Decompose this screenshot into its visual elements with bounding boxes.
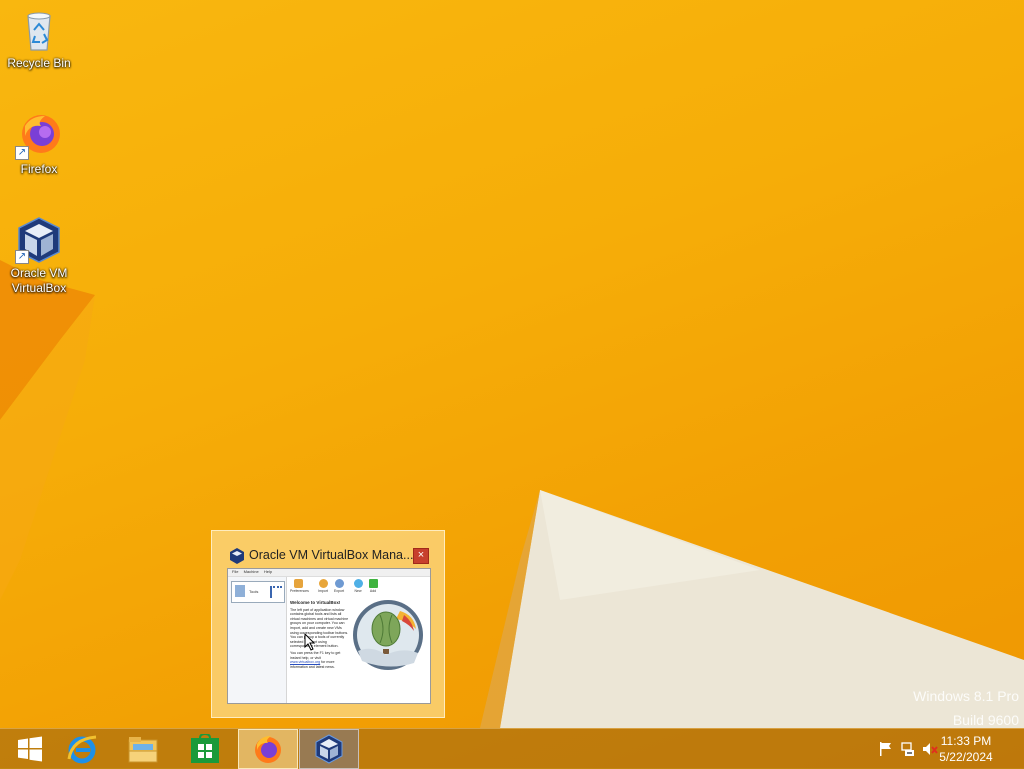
internet-explorer-icon	[67, 735, 97, 764]
taskbar-virtualbox[interactable]	[299, 729, 359, 769]
taskbar: 11:33 PM 5/22/2024	[0, 728, 1024, 769]
close-icon[interactable]: ×	[413, 548, 429, 564]
virtualbox-icon	[229, 548, 245, 564]
taskbar-internet-explorer[interactable]	[52, 729, 112, 769]
windows-logo-icon	[18, 736, 42, 762]
mini-toolbar-label: New	[354, 589, 362, 593]
thumbnail-window-image[interactable]: File Machine Help Tools Preferences Impo…	[227, 568, 431, 704]
desktop-icon-label-line2: VirtualBox	[11, 281, 67, 295]
mini-toolbar-label: Export	[333, 589, 345, 593]
mini-menu-bar: File Machine Help	[228, 569, 430, 577]
store-icon	[191, 734, 219, 763]
mini-toolbar: Preferences Import Export New Add	[290, 577, 430, 597]
mini-sidebar: Tools	[228, 577, 287, 703]
mini-help-text: You can press the F1 key to get instant …	[290, 650, 341, 660]
desktop-icon-label: Recycle Bin	[7, 56, 71, 70]
desktop-icon-recycle-bin[interactable]: Recycle Bin	[1, 6, 77, 71]
mini-toolbar-label: Preferences	[290, 589, 309, 593]
recycle-bin-icon	[15, 6, 63, 54]
desktop-icon-label: Firefox	[20, 162, 58, 176]
mini-menu-machine: Machine	[243, 569, 259, 574]
thumbnail-title: Oracle VM VirtualBox Mana...	[249, 548, 414, 562]
taskbar-clock[interactable]: 11:33 PM 5/22/2024	[926, 733, 1006, 765]
mini-welcome-text: Welcome to VirtualBox! The left part of …	[290, 600, 350, 669]
start-button[interactable]	[0, 729, 60, 769]
mouse-cursor-icon	[304, 633, 316, 651]
action-center-flag-icon[interactable]	[878, 741, 894, 757]
shortcut-arrow-icon: ↗	[15, 146, 29, 160]
file-explorer-icon	[128, 737, 158, 763]
taskbar-file-explorer[interactable]	[113, 729, 173, 769]
taskbar-store[interactable]	[175, 729, 235, 769]
mini-tools-item: Tools	[231, 581, 285, 603]
mini-toolbar-label: Add	[369, 589, 377, 593]
virtualbox-balloon-illustration	[353, 600, 423, 670]
mini-tools-label: Tools	[249, 589, 259, 594]
clock-time: 11:33 PM	[940, 734, 992, 748]
virtualbox-icon: ↗	[15, 216, 63, 264]
shortcut-arrow-icon: ↗	[15, 250, 29, 264]
taskbar-firefox[interactable]	[238, 729, 298, 769]
taskbar-thumbnail-preview[interactable]: Oracle VM VirtualBox Mana... × File Mach…	[211, 530, 445, 718]
clock-date: 5/22/2024	[939, 750, 993, 764]
virtualbox-icon	[315, 734, 343, 764]
mini-menu-help: Help	[263, 569, 273, 574]
mini-welcome-title: Welcome to VirtualBox!	[290, 600, 341, 605]
mini-toolbar-label: Import	[318, 589, 328, 593]
wallpaper	[0, 260, 1024, 728]
watermark-edition: Windows 8.1 Pro	[913, 688, 1019, 704]
desktop-icon-label: Oracle VM	[10, 266, 68, 280]
mini-welcome-body: The left part of application window cont…	[290, 607, 349, 649]
mini-menu-file: File	[232, 569, 239, 574]
firefox-icon	[255, 736, 281, 763]
desktop-icon-virtualbox[interactable]: ↗ Oracle VM VirtualBox	[1, 216, 77, 296]
firefox-icon: ↗	[15, 112, 63, 160]
windows-watermark: Windows 8.1 Pro Build 9600	[913, 684, 1019, 732]
mini-help-link: www.virtualbox.org	[290, 660, 321, 665]
network-icon[interactable]	[900, 741, 916, 757]
desktop-icon-firefox[interactable]: ↗ Firefox	[1, 112, 77, 177]
system-tray: 11:33 PM 5/22/2024	[864, 729, 1024, 769]
